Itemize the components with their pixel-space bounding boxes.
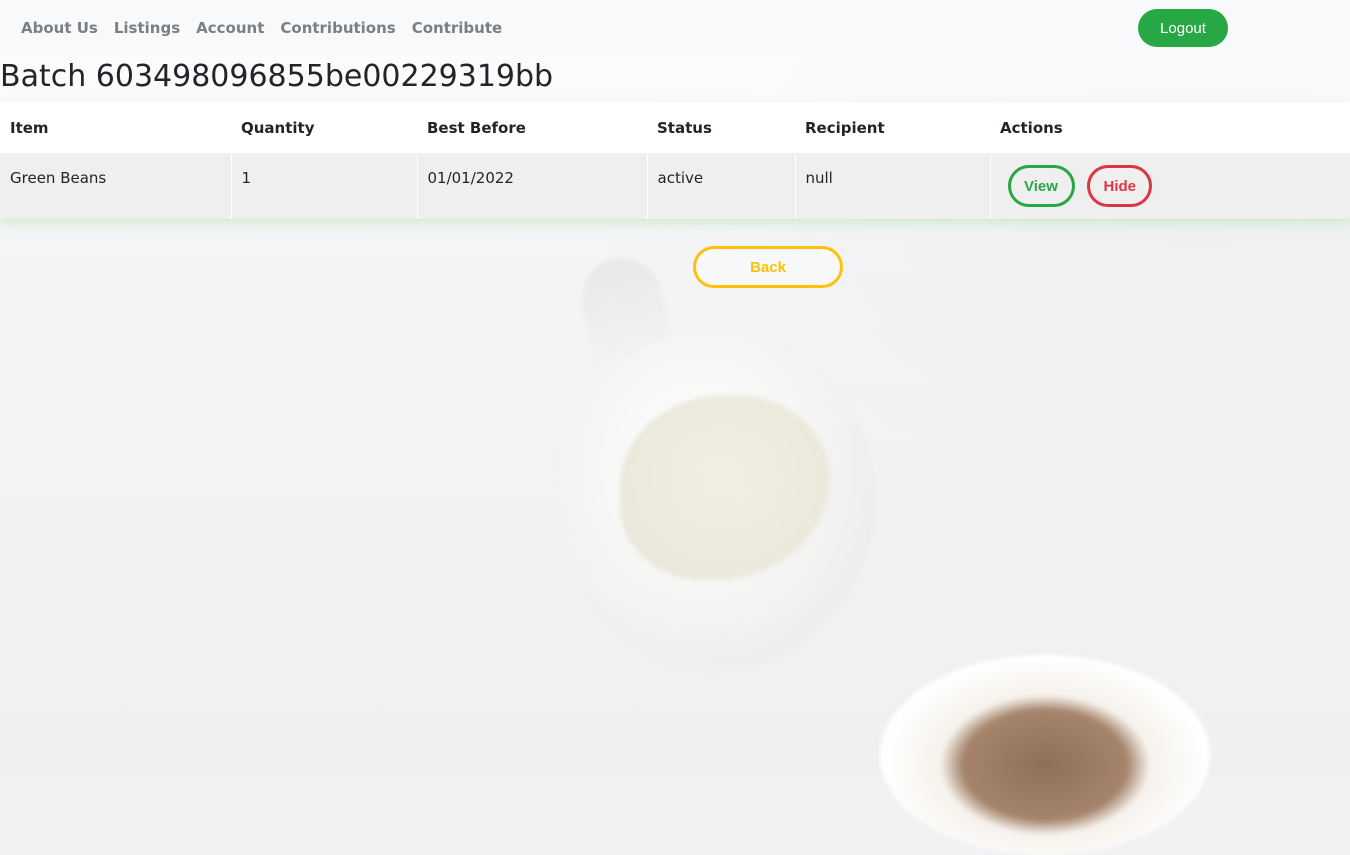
- view-button[interactable]: View: [1007, 165, 1075, 207]
- nav-link-account[interactable]: Account: [188, 19, 272, 37]
- header-quantity: Quantity: [231, 102, 417, 153]
- cell-actions: View Hide: [989, 153, 1350, 219]
- header-status: Status: [647, 102, 795, 153]
- cell-status: active: [646, 153, 795, 219]
- nav-links: About Us Listings Account Contributions …: [13, 0, 510, 56]
- nav-link-contribute[interactable]: Contribute: [404, 19, 510, 37]
- cell-item: Green Beans: [0, 153, 231, 219]
- nav-link-contributions[interactable]: Contributions: [272, 19, 403, 37]
- back-button[interactable]: Back: [693, 246, 843, 288]
- batch-items-table: Item Quantity Best Before Status Recipie…: [0, 102, 1350, 219]
- cell-recipient: null: [794, 153, 990, 219]
- header-item: Item: [0, 102, 231, 153]
- header-actions: Actions: [990, 102, 1350, 153]
- table-row: Green Beans 1 01/01/2022 active null Vie…: [0, 153, 1350, 219]
- logout-button[interactable]: Logout: [1138, 9, 1228, 47]
- nav-link-about-us[interactable]: About Us: [13, 19, 106, 37]
- table-header-row: Item Quantity Best Before Status Recipie…: [0, 102, 1350, 153]
- header-best-before: Best Before: [417, 102, 647, 153]
- navbar: About Us Listings Account Contributions …: [0, 0, 1350, 56]
- page-title: Batch 603498096855be00229319bb: [0, 59, 554, 94]
- hide-button[interactable]: Hide: [1087, 165, 1153, 207]
- cell-best-before: 01/01/2022: [416, 153, 647, 219]
- background-cup: [880, 655, 1210, 855]
- batch-table: Item Quantity Best Before Status Recipie…: [0, 102, 1350, 219]
- nav-link-listings[interactable]: Listings: [106, 19, 188, 37]
- cell-quantity: 1: [230, 153, 417, 219]
- header-recipient: Recipient: [795, 102, 990, 153]
